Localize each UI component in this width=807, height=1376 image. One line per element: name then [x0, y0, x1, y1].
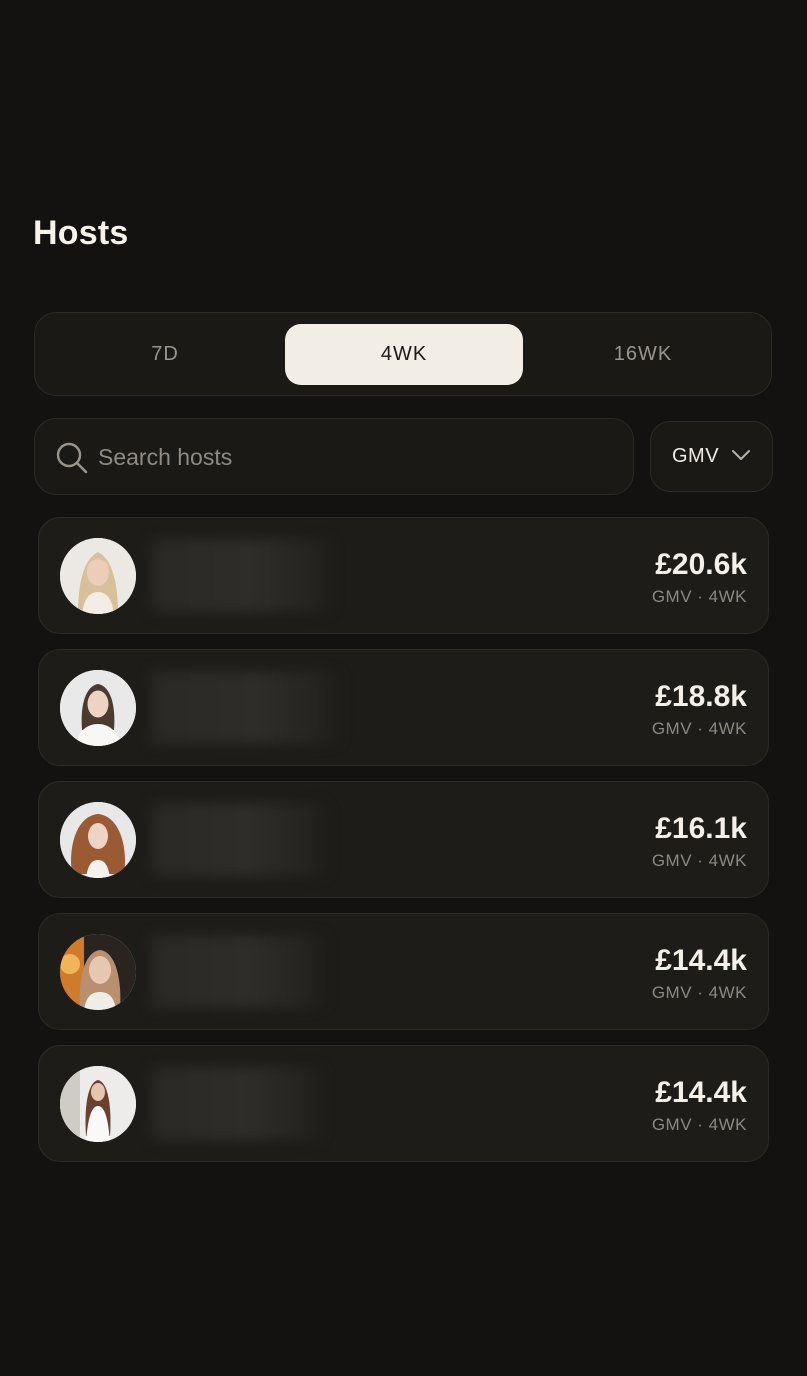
host-gmv-amount: £14.4k [655, 1076, 747, 1109]
host-row[interactable]: £14.4k GMV · 4WK [38, 1045, 769, 1162]
host-row[interactable]: £20.6k GMV · 4WK [38, 517, 769, 634]
host-gmv-meta: GMV · 4WK [651, 1115, 747, 1134]
host-gmv-meta: GMV · 4WK [651, 851, 747, 870]
tab-4wk[interactable]: 4WK [285, 324, 523, 385]
host-gmv-amount: £20.6k [655, 548, 747, 581]
sort-label: GMV [672, 445, 720, 467]
search-box[interactable] [34, 418, 634, 495]
avatar [60, 670, 136, 746]
host-gmv-meta: GMV · 4WK [651, 719, 747, 738]
host-gmv-amount: £18.8k [655, 680, 747, 713]
search-input[interactable] [98, 437, 598, 477]
host-name-redacted [151, 671, 343, 744]
chevron-down-icon [732, 450, 750, 460]
tab-16wk[interactable]: 16WK [524, 324, 762, 385]
host-name-redacted [151, 539, 336, 612]
host-name-redacted [151, 1067, 326, 1140]
avatar [60, 802, 136, 878]
host-gmv-meta: GMV · 4WK [651, 983, 747, 1002]
host-row[interactable]: £14.4k GMV · 4WK [38, 913, 769, 1030]
sort-dropdown[interactable]: GMV [650, 421, 773, 492]
tab-7d[interactable]: 7D [46, 324, 284, 385]
hosts-page: Hosts 7D 4WK 16WK GMV [0, 0, 807, 1376]
avatar [60, 538, 136, 614]
host-row[interactable]: £18.8k GMV · 4WK [38, 649, 769, 766]
host-name-redacted [151, 935, 329, 1008]
period-tabs: 7D 4WK 16WK [34, 312, 772, 396]
host-gmv-amount: £14.4k [655, 944, 747, 977]
page-title: Hosts [33, 214, 129, 252]
host-name-redacted [151, 803, 331, 876]
search-icon [56, 442, 88, 474]
host-row[interactable]: £16.1k GMV · 4WK [38, 781, 769, 898]
avatar [60, 1066, 136, 1142]
host-gmv-amount: £16.1k [655, 812, 747, 845]
host-gmv-meta: GMV · 4WK [651, 587, 747, 606]
avatar [60, 934, 136, 1010]
